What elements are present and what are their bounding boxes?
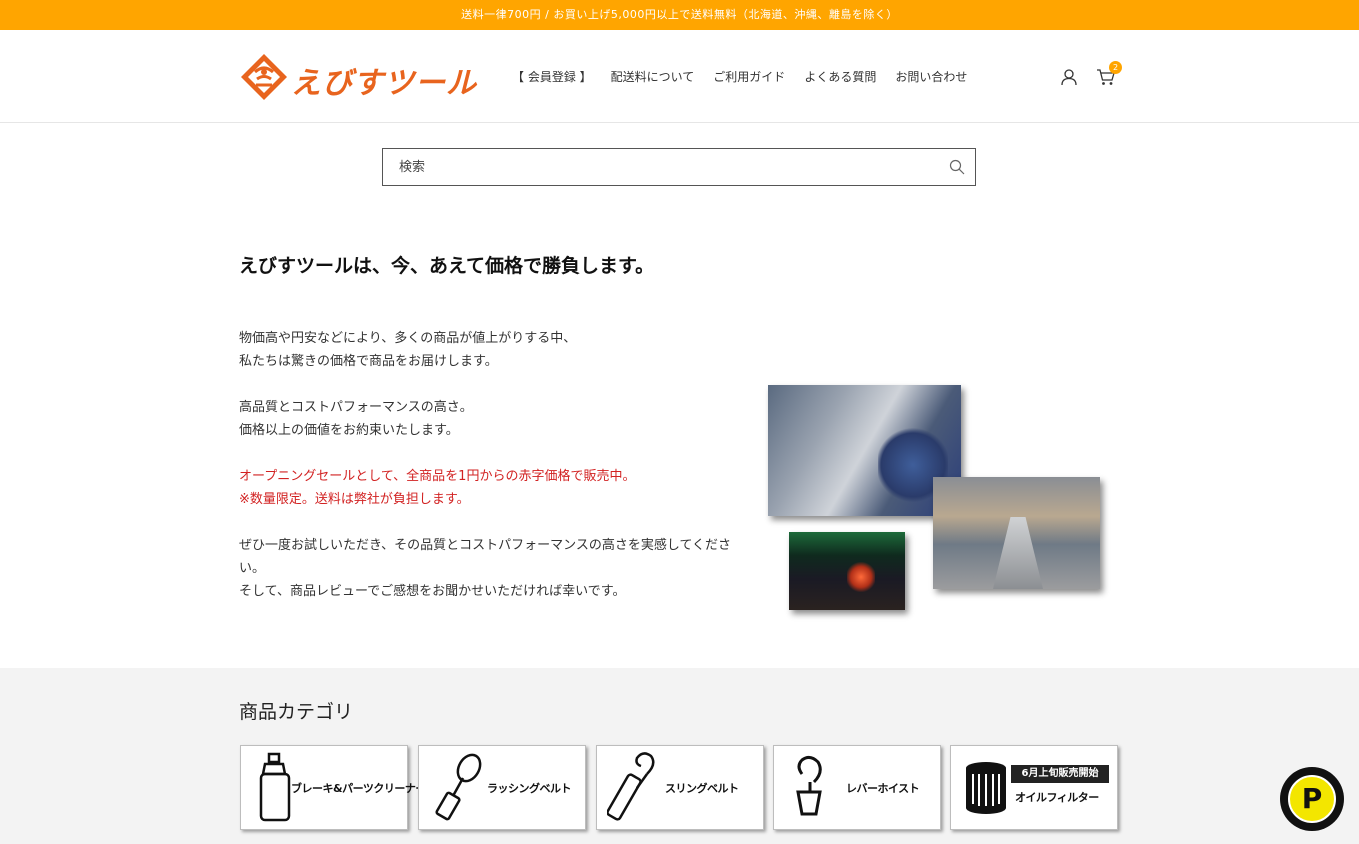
site-logo[interactable]: えびすツール: [239, 52, 484, 102]
category-label: レバーホイスト: [846, 782, 920, 795]
user-icon[interactable]: [1060, 68, 1078, 86]
oil-filter-icon: [966, 762, 1006, 814]
sale-notice: オープニングセールとして、全商品を1円からの赤字価格で販売中。: [239, 469, 636, 484]
hero-line: 物価高や円安などにより、多くの商品が値上がりする中、: [239, 331, 577, 346]
search-box: [382, 148, 976, 186]
announcement-bar: 送料一律700円 / お買い上げ5,000円以上で送料無料（北海道、沖縄、離島を…: [0, 0, 1359, 30]
search-icon[interactable]: [949, 159, 965, 175]
site-header: えびすツール 【 会員登録 】 配送料について ご利用ガイド よくある質問 お問…: [0, 30, 1359, 123]
hero-line: 価格以上の価値をお約束いたします。: [239, 423, 459, 438]
brand-name: えびすツール: [291, 66, 477, 101]
nav-guide[interactable]: ご利用ガイド: [713, 68, 785, 85]
search-input[interactable]: [383, 149, 943, 185]
main-nav: 【 会員登録 】 配送料について ご利用ガイド よくある質問 お問い合わせ: [512, 68, 986, 85]
hero-headline: えびすツールは、今、あえて価格で勝負します。: [239, 255, 655, 277]
category-label: ブレーキ&パーツクリーナー: [291, 782, 426, 795]
category-badge: 6月上旬販売開始: [1011, 765, 1109, 783]
sling-belt-icon: [607, 752, 655, 821]
hero-copy: 物価高や円安などにより、多くの商品が値上がりする中、 私たちは驚きの価格で商品を…: [239, 327, 749, 603]
hook-icon: [796, 755, 822, 816]
category-title: 商品カテゴリ: [239, 701, 354, 723]
warehouse-photo: [933, 477, 1100, 589]
hero-line: 高品質とコストパフォーマンスの高さ。: [239, 400, 473, 415]
category-tile-oil-filter[interactable]: 6月上旬販売開始 オイルフィルター: [950, 745, 1118, 830]
cart-count-badge: 2: [1109, 61, 1122, 74]
hero-line: ぜひ一度お試しいただき、その品質とコストパフォーマンスの高さを実感してください。: [239, 538, 732, 576]
ebisu-logo-icon: [241, 54, 287, 100]
category-label: オイルフィルター: [1015, 791, 1099, 804]
nav-faq[interactable]: よくある質問: [804, 68, 876, 85]
nav-shipping[interactable]: 配送料について: [611, 68, 695, 85]
category-tile-lashing-belt[interactable]: ラッシングベルト: [418, 745, 586, 830]
hero-line: 私たちは驚きの価格で商品をお届けします。: [239, 354, 498, 369]
hero-line: そして、商品レビューでご感想をお聞かせいただければ幸いです。: [239, 584, 626, 599]
category-label: スリングベルト: [665, 782, 739, 795]
lashing-belt-icon: [435, 753, 482, 821]
category-label: ラッシングベルト: [487, 782, 572, 795]
nav-member-register[interactable]: 【 会員登録 】: [512, 68, 592, 85]
category-tile-lever-hoist[interactable]: レバーホイスト: [773, 745, 941, 830]
floating-p-button[interactable]: P: [1280, 767, 1344, 831]
category-tile-sling-belt[interactable]: スリングベルト: [596, 745, 764, 830]
category-tile-cleaner[interactable]: ブレーキ&パーツクリーナー: [240, 745, 426, 830]
nav-contact[interactable]: お問い合わせ: [895, 68, 967, 85]
highway-truck-photo: [789, 532, 905, 610]
sale-note: ※数量限定。送料は弊社が負担します。: [239, 492, 470, 507]
p-letter-icon: P: [1288, 775, 1336, 823]
